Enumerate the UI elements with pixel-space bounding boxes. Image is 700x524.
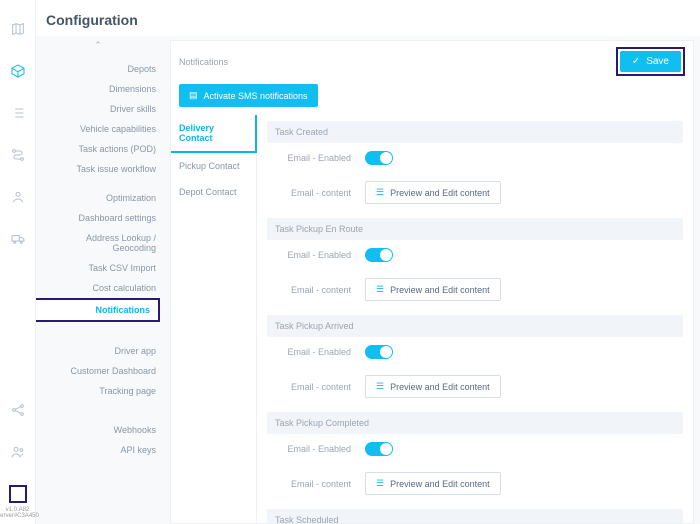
row-content: Email - content☰Preview and Edit content: [267, 173, 683, 212]
row-enabled: Email - Enabled: [267, 337, 683, 367]
user-icon[interactable]: [9, 188, 27, 206]
sidenav-vehicle-capabilities[interactable]: Vehicle capabilities: [36, 119, 160, 139]
gear-icon[interactable]: [9, 485, 27, 503]
main-bar: Notifications ✓Save: [171, 41, 693, 82]
row-enabled: Email - Enabled: [267, 240, 683, 270]
map-icon[interactable]: [9, 20, 27, 38]
section: Task Pickup Arrived Email - Enabled Email …: [267, 315, 683, 406]
sections-scroll[interactable]: Task Created Email - Enabled Email - conte…: [257, 115, 693, 523]
preview-icon: ☰: [376, 284, 384, 295]
sidenav-dashboard-settings[interactable]: Dashboard settings: [36, 208, 160, 228]
main-panel: Notifications ✓Save ▤Activate SMS notifi…: [170, 40, 694, 524]
row-label: Email - content: [275, 188, 365, 198]
email-toggle[interactable]: [365, 248, 393, 262]
sidenav-webhooks[interactable]: Webhooks: [36, 420, 160, 440]
sidenav-dimensions[interactable]: Dimensions: [36, 79, 160, 99]
preview-icon: ☰: [376, 478, 384, 489]
tab-delivery-contact[interactable]: Delivery Contact: [171, 115, 257, 153]
row-enabled: Email - Enabled: [267, 143, 683, 173]
section-header: Task Pickup Completed: [267, 412, 683, 434]
chat-icon: ▤: [189, 90, 198, 101]
row-label: Email - Enabled: [275, 250, 365, 260]
page-title: Configuration: [36, 0, 700, 36]
section: Task Pickup En Route Email - Enabled Email…: [267, 218, 683, 309]
section-header: Task Pickup En Route: [267, 218, 683, 240]
row-label: Email - content: [275, 382, 365, 392]
contact-tabs: Delivery Contact Pickup Contact Depot Co…: [171, 115, 257, 523]
preview-button[interactable]: ☰Preview and Edit content: [365, 472, 501, 495]
users-icon[interactable]: [9, 443, 27, 461]
row-content: Email - content☰Preview and Edit content: [267, 270, 683, 309]
section-header: Task Scheduled: [267, 509, 683, 523]
row-content: Email - content☰Preview and Edit content: [267, 367, 683, 406]
preview-icon: ☰: [376, 187, 384, 198]
row-enabled: Email - Enabled: [267, 434, 683, 464]
row-label: Email - content: [275, 285, 365, 295]
email-toggle[interactable]: [365, 345, 393, 359]
tab-depot-contact[interactable]: Depot Contact: [171, 179, 256, 205]
sidenav-customer-dashboard[interactable]: Customer Dashboard: [36, 361, 160, 381]
sidenav-depots[interactable]: Depots: [36, 59, 160, 79]
email-toggle[interactable]: [365, 442, 393, 456]
app-rail: v1.0.A82Server#C3A450: [0, 0, 36, 524]
activate-sms-button[interactable]: ▤Activate SMS notifications: [179, 84, 318, 107]
main-bar-title: Notifications: [179, 57, 616, 67]
section: Task Pickup Completed Email - Enabled Emai…: [267, 412, 683, 503]
row-label: Email - Enabled: [275, 347, 365, 357]
version-text: v1.0.A82Server#C3A450: [0, 507, 39, 520]
row-content: Email - content☰Preview and Edit content: [267, 464, 683, 503]
box-icon[interactable]: [9, 62, 27, 80]
section: Task ScheduledEmail - EnabledEmail - con…: [267, 509, 683, 523]
sidenav-task-csv[interactable]: Task CSV Import: [36, 258, 160, 278]
section: Task Created Email - Enabled Email - conte…: [267, 121, 683, 212]
sidenav-address-lookup[interactable]: Address Lookup / Geocoding: [36, 228, 160, 258]
share-icon[interactable]: [9, 401, 27, 419]
preview-button[interactable]: ☰Preview and Edit content: [365, 181, 501, 204]
sidenav-driver-app[interactable]: Driver app: [36, 341, 160, 361]
row-label: Email - Enabled: [275, 444, 365, 454]
save-button[interactable]: ✓Save: [620, 51, 681, 72]
sidenav-api-keys[interactable]: API keys: [36, 440, 160, 460]
row-label: Email - Enabled: [275, 153, 365, 163]
config-sidenav: ⌃ Depots Dimensions Driver skills Vehicl…: [36, 36, 166, 524]
preview-button[interactable]: ☰Preview and Edit content: [365, 278, 501, 301]
check-icon: ✓: [632, 56, 640, 67]
chevron-up-icon[interactable]: ⌃: [36, 36, 160, 59]
sidenav-tracking-page[interactable]: Tracking page: [36, 381, 160, 401]
sidenav-task-actions[interactable]: Task actions (POD): [36, 139, 160, 159]
list-icon[interactable]: [9, 104, 27, 122]
preview-icon: ☰: [376, 381, 384, 392]
preview-button[interactable]: ☰Preview and Edit content: [365, 375, 501, 398]
email-toggle[interactable]: [365, 151, 393, 165]
sidenav-notifications[interactable]: Notifications: [36, 298, 160, 322]
sidenav-task-issue[interactable]: Task issue workflow: [36, 159, 160, 179]
sidenav-group-optimization: Optimization: [36, 179, 160, 208]
tab-pickup-contact[interactable]: Pickup Contact: [171, 153, 256, 179]
section-header: Task Pickup Arrived: [267, 315, 683, 337]
section-header: Task Created: [267, 121, 683, 143]
sidenav-cost-calc[interactable]: Cost calculation: [36, 278, 160, 298]
sidenav-driver-skills[interactable]: Driver skills: [36, 99, 160, 119]
page: Configuration ⌃ Depots Dimensions Driver…: [36, 0, 700, 524]
route-icon[interactable]: [9, 146, 27, 164]
truck-icon[interactable]: [9, 230, 27, 248]
row-label: Email - content: [275, 479, 365, 489]
